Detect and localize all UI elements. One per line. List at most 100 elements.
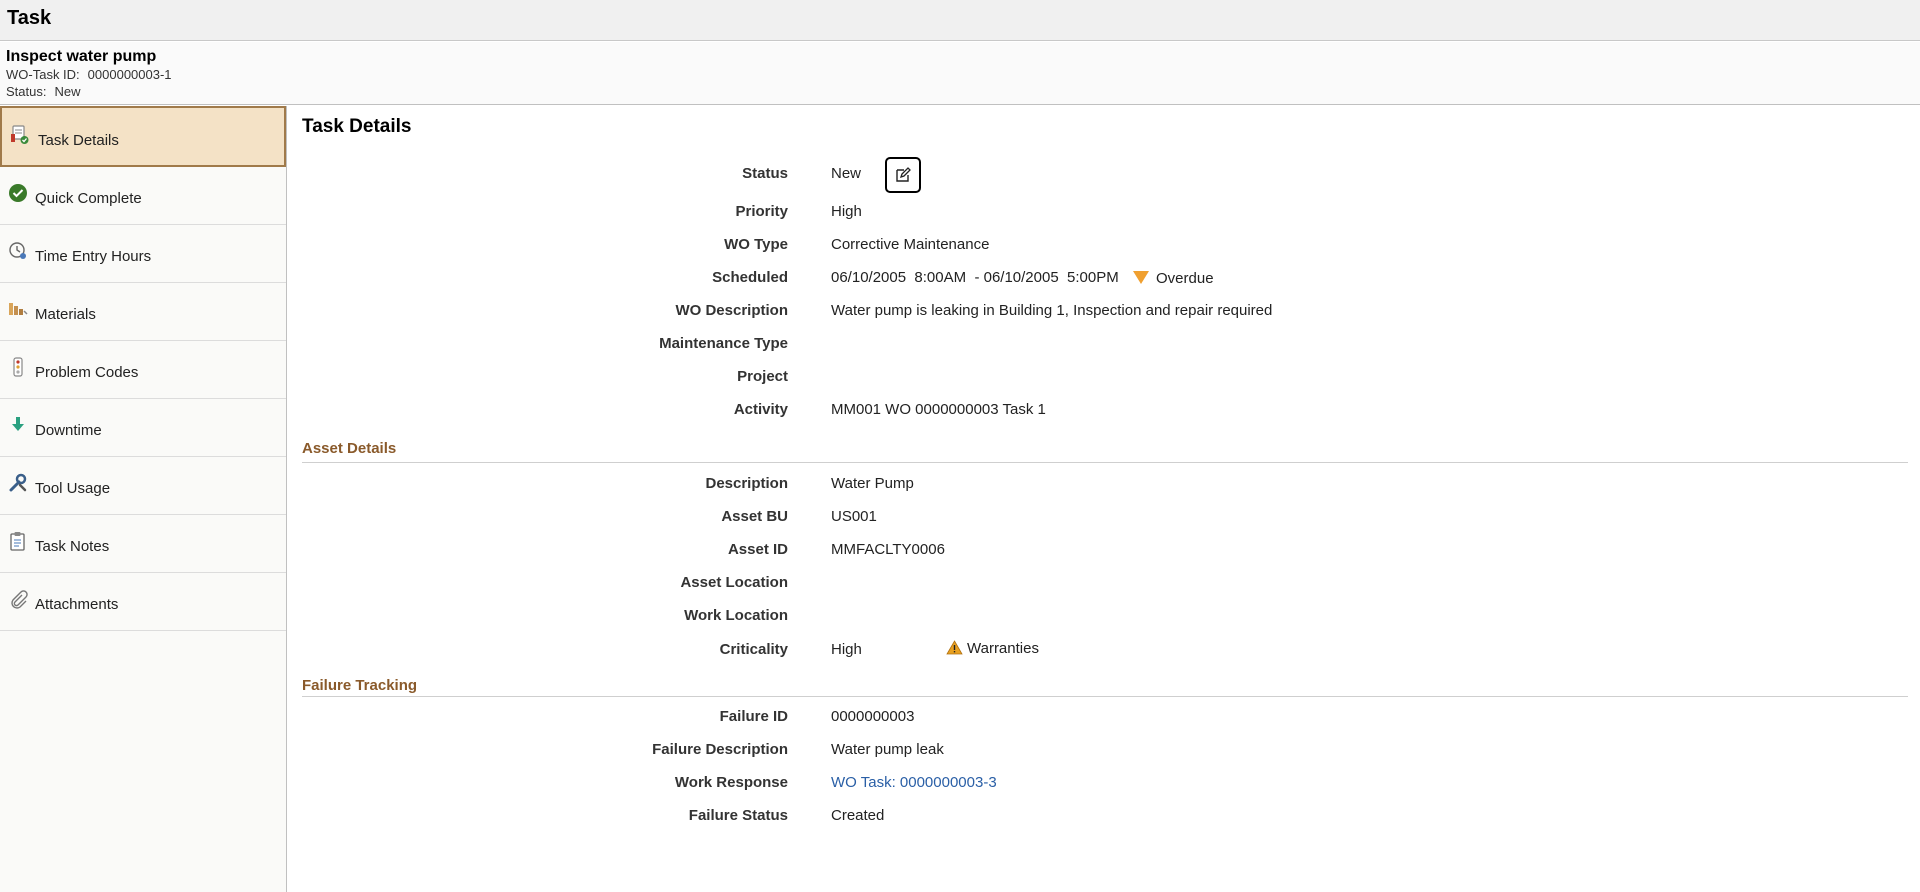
field-value: New	[831, 165, 862, 182]
field-label: Status	[742, 165, 788, 182]
status-label: Status:	[6, 84, 47, 99]
sidebar-item-label: Task Details	[38, 132, 119, 149]
field-value: US001	[831, 508, 877, 525]
field-row-asset-id: Asset ID MMFACLTY0006	[288, 539, 1888, 561]
window-title: Task	[7, 7, 52, 29]
sidebar-item-label: Quick Complete	[35, 190, 142, 207]
field-row-asset-location: Asset Location	[288, 572, 1888, 594]
field-row-activity: Activity MM001 WO 0000000003 Task 1	[288, 399, 1888, 421]
sidebar-item-label: Tool Usage	[35, 480, 111, 497]
field-value: Created	[831, 807, 885, 824]
warranties-label: Warranties	[967, 640, 1039, 657]
field-label: Asset ID	[727, 541, 788, 558]
section-title-asset-details: Asset Details	[302, 440, 397, 457]
field-row-failure-description: Failure Description Water pump leak	[288, 739, 1888, 761]
field-value: 06/10/2005 8:00AM - 06/10/2005 5:00PM	[831, 269, 1119, 286]
field-value: Corrective Maintenance	[831, 236, 990, 253]
warning-icon	[946, 640, 963, 655]
field-label: Activity	[733, 401, 788, 418]
sidebar: Task Details Quick Complete Time Entry H…	[0, 106, 287, 892]
sidebar-item-label: Attachments	[35, 596, 119, 613]
field-value: High	[831, 203, 862, 220]
edit-status-button[interactable]	[885, 157, 921, 193]
task-name: Inspect water pump	[6, 48, 157, 65]
field-label: Asset BU	[721, 508, 788, 525]
tool-icon	[9, 473, 27, 492]
wo-task-id-value: 0000000003-1	[87, 67, 172, 82]
field-value: Water pump is leaking in Building 1, Ins…	[831, 302, 1273, 319]
field-value: MM001 WO 0000000003 Task 1	[831, 401, 1046, 418]
field-row-maintenance-type: Maintenance Type	[288, 333, 1888, 355]
sidebar-item-downtime[interactable]: Downtime	[0, 399, 286, 457]
field-value: Water Pump	[831, 475, 914, 492]
field-label: WO Type	[724, 236, 788, 253]
field-label: Description	[705, 475, 788, 492]
field-label: Failure Status	[688, 807, 788, 824]
status-line: Status: New	[6, 84, 80, 99]
field-label: Criticality	[719, 641, 788, 658]
field-row-wo-description: WO Description Water pump is leaking in …	[288, 300, 1888, 322]
sidebar-item-attachments[interactable]: Attachments	[0, 573, 286, 631]
work-response-link[interactable]: WO Task: 0000000003-3	[831, 774, 997, 791]
overdue-label: Overdue	[1156, 270, 1214, 287]
field-value: MMFACLTY0006	[831, 541, 945, 558]
task-details-icon	[11, 125, 29, 144]
field-row-wo-type: WO Type Corrective Maintenance	[288, 234, 1888, 256]
sidebar-item-time-entry-hours[interactable]: Time Entry Hours	[0, 225, 286, 283]
sidebar-item-materials[interactable]: Materials	[0, 283, 286, 341]
check-circle-icon	[9, 184, 27, 202]
sidebar-item-task-details[interactable]: Task Details	[0, 106, 286, 167]
sidebar-item-task-notes[interactable]: Task Notes	[0, 515, 286, 573]
field-row-project: Project	[288, 366, 1888, 388]
field-label: Maintenance Type	[659, 335, 788, 352]
edit-icon	[896, 167, 911, 182]
field-label: WO Description	[675, 302, 788, 319]
section-divider	[302, 462, 1908, 463]
main-content: Task Details Status New Priority High WO…	[288, 106, 1920, 892]
field-label: Asset Location	[680, 574, 788, 591]
down-arrow-icon	[12, 417, 24, 431]
field-value: Water pump leak	[831, 741, 944, 758]
time-entry-icon	[9, 242, 26, 259]
clipboard-icon	[10, 532, 25, 551]
field-row-failure-id: Failure ID 0000000003	[288, 706, 1888, 728]
field-row-asset-bu: Asset BU US001	[288, 506, 1888, 528]
sidebar-item-problem-codes[interactable]: Problem Codes	[0, 341, 286, 399]
field-label: Work Response	[674, 774, 788, 791]
sidebar-item-label: Task Notes	[35, 538, 110, 555]
overdue-triangle-icon	[1133, 271, 1149, 285]
sidebar-item-label: Downtime	[35, 422, 102, 439]
sidebar-item-label: Time Entry Hours	[35, 248, 152, 265]
field-row-priority: Priority High	[288, 201, 1888, 223]
task-header: Inspect water pump WO-Task ID: 0000000003…	[0, 42, 1920, 105]
field-value: High	[831, 641, 862, 658]
problem-codes-icon	[13, 357, 23, 377]
status-value: New	[54, 84, 81, 99]
field-row-work-location: Work Location	[288, 605, 1888, 627]
field-label: Failure ID	[719, 708, 788, 725]
sidebar-item-tool-usage[interactable]: Tool Usage	[0, 457, 286, 515]
title-bar: Task	[0, 0, 1920, 41]
field-label: Project	[737, 368, 788, 385]
warranties-indicator[interactable]: Warranties	[946, 640, 1039, 657]
field-label: Priority	[735, 203, 788, 220]
field-value: WO Task: 0000000003-3	[831, 774, 997, 791]
sidebar-item-label: Problem Codes	[35, 364, 139, 381]
field-row-failure-status: Failure Status Created	[288, 805, 1888, 827]
section-title-failure-tracking: Failure Tracking	[302, 677, 418, 694]
wo-task-id-label: WO-Task ID:	[6, 67, 80, 82]
paperclip-icon	[11, 590, 28, 609]
page-title: Task Details	[302, 116, 412, 137]
field-row-status: Status New	[288, 163, 1888, 185]
field-label: Scheduled	[712, 269, 788, 286]
field-label: Failure Description	[652, 741, 788, 758]
sidebar-item-quick-complete[interactable]: Quick Complete	[0, 167, 286, 225]
field-row-description: Description Water Pump	[288, 473, 1888, 495]
field-label: Work Location	[684, 607, 788, 624]
overdue-indicator: Overdue	[1133, 270, 1214, 287]
sidebar-item-label: Materials	[35, 306, 96, 323]
field-row-scheduled: Scheduled 06/10/2005 8:00AM - 06/10/2005…	[288, 267, 1888, 289]
field-row-work-response: Work Response WO Task: 0000000003-3	[288, 772, 1888, 794]
wo-task-id-line: WO-Task ID: 0000000003-1	[6, 67, 172, 82]
field-row-criticality: Criticality High	[288, 639, 1888, 661]
